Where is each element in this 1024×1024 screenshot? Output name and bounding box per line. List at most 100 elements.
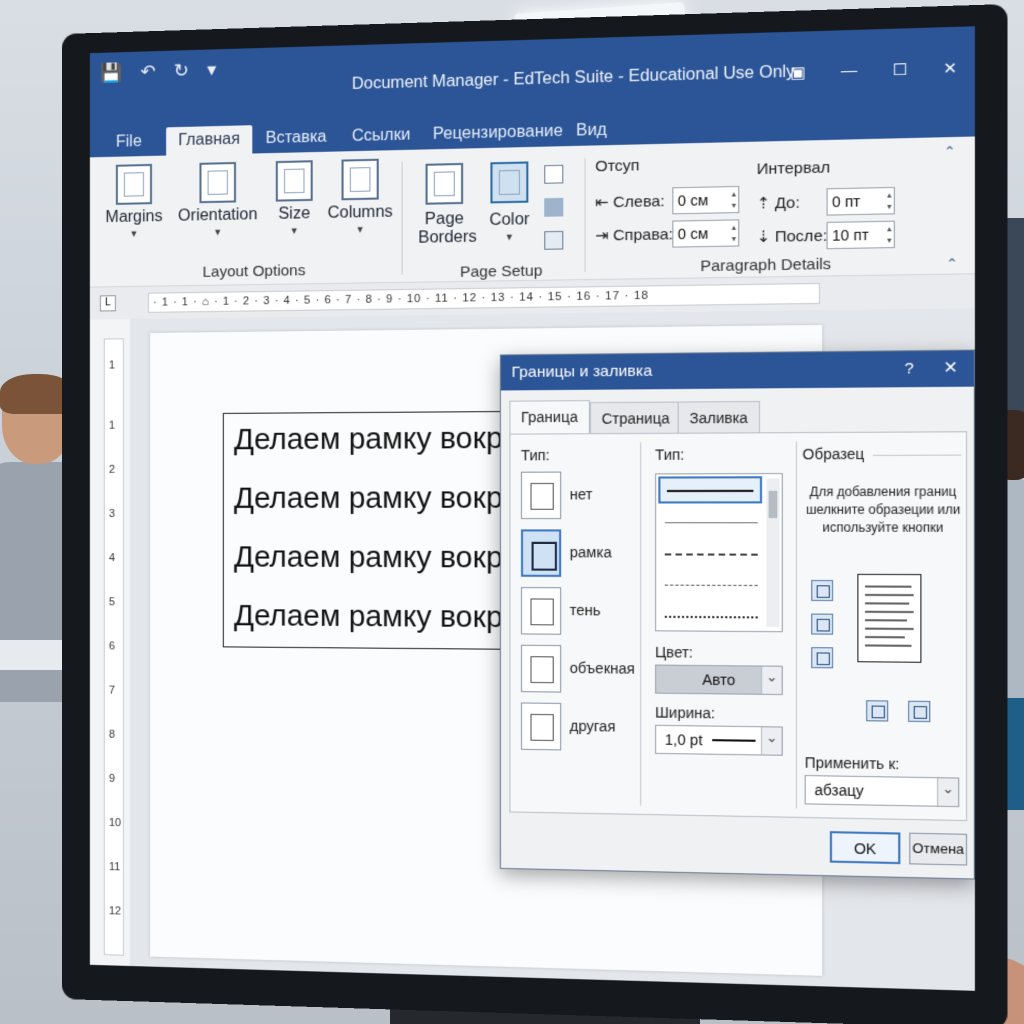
vruler-tick: 4 bbox=[108, 552, 116, 565]
maximize-icon[interactable]: ☐ bbox=[893, 60, 908, 79]
group-label-paragraph: Paragraph Details bbox=[700, 255, 832, 276]
minimize-icon[interactable]: — bbox=[841, 61, 858, 80]
group-label-layout: Layout Options bbox=[202, 261, 306, 281]
line-style-dash-dot[interactable] bbox=[664, 615, 758, 619]
watermark-icon[interactable] bbox=[544, 164, 564, 184]
setting-none[interactable]: нет bbox=[520, 471, 638, 523]
tab-insert[interactable]: Вставка bbox=[253, 123, 339, 154]
indent-left-label: ⇤ Слева: bbox=[595, 192, 665, 212]
width-value: 1,0 pt bbox=[664, 731, 703, 749]
margins-button[interactable]: Margins ▼ bbox=[104, 163, 164, 240]
size-label: Size bbox=[278, 205, 311, 223]
dialog-tab-borders[interactable]: Граница bbox=[509, 400, 590, 434]
columns-icon bbox=[341, 158, 379, 201]
setting-box[interactable]: рамка bbox=[520, 529, 638, 581]
line-style-dashed[interactable] bbox=[664, 553, 758, 556]
redo-icon[interactable]: ↻ bbox=[174, 60, 189, 82]
dialog-tab-page-border[interactable]: Страница bbox=[589, 401, 682, 434]
apply-to-dropdown[interactable]: абзацу bbox=[804, 775, 960, 808]
help-icon[interactable]: ? bbox=[904, 351, 913, 387]
vruler-tick: 8 bbox=[108, 728, 116, 741]
horizontal-ruler[interactable]: · 1 · 1 · ⌂ · 1 · 2 · 3 · 4 · 5 · 6 · 7 … bbox=[148, 282, 820, 313]
setting-custom[interactable]: другая bbox=[520, 702, 638, 755]
setting-box-icon bbox=[520, 529, 562, 577]
indent-left-input[interactable]: 0 см bbox=[672, 185, 740, 215]
vertical-ruler[interactable]: 1 1 2 3 4 5 6 7 8 9 10 11 12 bbox=[103, 338, 124, 956]
orientation-label: Orientation bbox=[178, 206, 258, 225]
orientation-button[interactable]: Orientation ▼ bbox=[174, 161, 261, 238]
tab-home[interactable]: Главная bbox=[166, 125, 253, 156]
orientation-icon bbox=[199, 161, 237, 204]
document-line: Делаем рамку вокр bbox=[233, 422, 503, 457]
setting-3d[interactable]: объекная bbox=[520, 644, 638, 698]
paragraph-launcher-icon[interactable]: ⌃ bbox=[946, 255, 958, 272]
monitor: 💾 ↶ ↻ ▾ Document Manager - EdTech Suite … bbox=[62, 4, 1008, 1024]
line-style-dotted[interactable] bbox=[664, 584, 758, 587]
app-window: 💾 ↶ ↻ ▾ Document Manager - EdTech Suite … bbox=[89, 26, 975, 991]
setting-3d-label: объекная bbox=[569, 659, 635, 677]
page-borders-icon bbox=[425, 162, 464, 205]
line-style-selected[interactable] bbox=[658, 476, 763, 504]
cancel-button[interactable]: Отмена bbox=[909, 832, 968, 866]
customize-qat-icon[interactable]: ▾ bbox=[207, 59, 216, 80]
tab-references[interactable]: Ссылки bbox=[339, 121, 422, 152]
document-line: Делаем рамку вокр bbox=[233, 599, 503, 635]
ok-button[interactable]: OK bbox=[829, 831, 901, 865]
columns-label: Columns bbox=[327, 203, 393, 222]
ribbon: Margins ▼ Orientation ▼ Size ▼ Columns ▼… bbox=[89, 136, 975, 288]
setting-3d-icon bbox=[520, 644, 562, 693]
undo-icon[interactable]: ↶ bbox=[140, 61, 155, 83]
tab-selector[interactable]: L bbox=[99, 295, 116, 312]
page-color-label: Color bbox=[489, 210, 530, 230]
left-border-button[interactable] bbox=[866, 700, 889, 722]
save-icon[interactable]: 💾 bbox=[100, 62, 122, 84]
spacing-before-input[interactable]: 0 пт bbox=[826, 186, 895, 216]
vruler-tick: 9 bbox=[108, 772, 116, 785]
line-style-thin[interactable] bbox=[664, 522, 758, 524]
dialog-close-icon[interactable]: ✕ bbox=[943, 351, 958, 387]
setting-label: Тип: bbox=[520, 446, 550, 464]
tab-file[interactable]: File bbox=[104, 128, 154, 157]
line-style-list[interactable] bbox=[655, 473, 783, 633]
border-preview[interactable] bbox=[857, 573, 922, 663]
top-border-button[interactable] bbox=[811, 579, 834, 602]
spacing-after-input[interactable]: 10 пт bbox=[826, 220, 895, 250]
vruler-tick: 5 bbox=[108, 596, 116, 609]
size-button[interactable]: Size ▼ bbox=[272, 160, 317, 236]
vruler-tick: 12 bbox=[108, 905, 122, 918]
quick-access-toolbar: 💾 ↶ ↻ ▾ bbox=[100, 59, 216, 84]
setting-shadow[interactable]: тень bbox=[520, 587, 638, 639]
inside-horizontal-border-button[interactable] bbox=[811, 613, 834, 635]
collapse-ribbon-icon[interactable]: ⌃ bbox=[944, 143, 956, 160]
dialog-tab-shading[interactable]: Заливка bbox=[677, 400, 760, 433]
width-dropdown[interactable]: 1,0 pt bbox=[655, 724, 783, 756]
color-dropdown[interactable]: Авто bbox=[655, 664, 783, 696]
vruler-tick: 6 bbox=[108, 640, 116, 653]
tab-review[interactable]: Рецензирование bbox=[420, 117, 575, 150]
close-icon[interactable]: ✕ bbox=[943, 59, 957, 78]
style-label: Тип: bbox=[655, 446, 685, 463]
setting-none-label: нет bbox=[569, 485, 593, 503]
style-list-scrollbar[interactable] bbox=[766, 478, 780, 627]
color-label: Цвет: bbox=[655, 643, 694, 661]
group-label-page-setup: Page Setup bbox=[460, 262, 543, 281]
indent-right-input[interactable]: 0 см bbox=[672, 219, 740, 248]
right-border-button[interactable] bbox=[908, 700, 931, 723]
page-color-button[interactable]: Color ▼ bbox=[485, 161, 533, 242]
bottom-border-button[interactable] bbox=[811, 647, 834, 669]
shading-icon[interactable] bbox=[544, 197, 564, 217]
tab-view[interactable]: Вид bbox=[563, 116, 619, 146]
setting-custom-label: другая bbox=[569, 717, 616, 735]
page-borders-button[interactable]: Page Borders bbox=[418, 162, 477, 248]
size-icon bbox=[275, 160, 313, 202]
paint-bucket-icon bbox=[490, 161, 529, 204]
columns-button[interactable]: Columns ▼ bbox=[327, 158, 393, 235]
dialog-title: Границы и заливка bbox=[500, 350, 974, 391]
width-label: Ширина: bbox=[655, 704, 716, 722]
setting-none-icon bbox=[520, 471, 562, 520]
document-line: Делаем рамку вокр bbox=[233, 541, 503, 575]
layout-icon[interactable] bbox=[544, 230, 564, 250]
setting-box-label: рамка bbox=[569, 543, 612, 561]
ribbon-display-icon[interactable]: ▣ bbox=[790, 63, 806, 82]
margins-icon bbox=[115, 163, 153, 205]
